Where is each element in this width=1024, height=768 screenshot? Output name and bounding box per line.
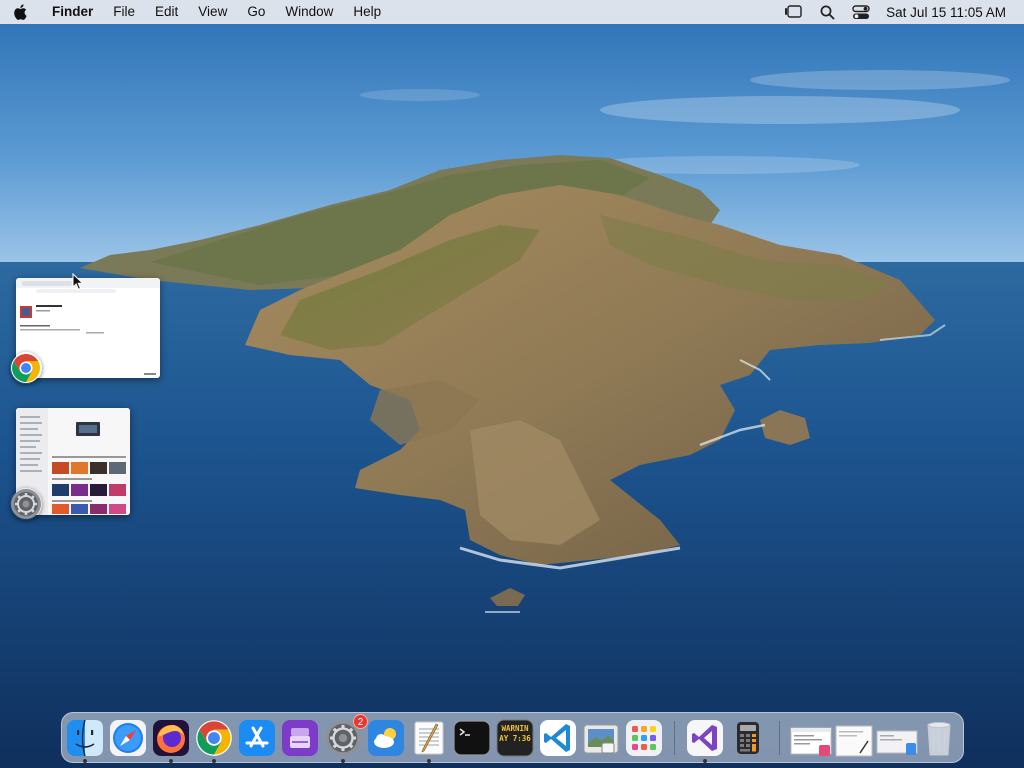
menu-edit[interactable]: Edit bbox=[145, 0, 188, 24]
visual-studio-icon bbox=[687, 720, 723, 756]
control-center-icon[interactable] bbox=[844, 0, 878, 24]
dock-item-recent-document[interactable] bbox=[790, 719, 832, 757]
finder-icon bbox=[67, 719, 103, 757]
trash-icon bbox=[927, 722, 951, 756]
dock-item-recent-document[interactable] bbox=[876, 719, 918, 757]
notification-badge: 2 bbox=[353, 714, 368, 729]
menu-window[interactable]: Window bbox=[275, 0, 343, 24]
dock-item-visual-studio[interactable] bbox=[686, 719, 724, 763]
menu-bar: Finder File Edit View Go Window Help Sat… bbox=[0, 0, 1024, 24]
dock-item-console[interactable]: WARNIN AY 7:36 bbox=[496, 719, 534, 757]
running-indicator bbox=[212, 759, 216, 763]
running-indicator bbox=[83, 759, 87, 763]
menu-help[interactable]: Help bbox=[343, 0, 391, 24]
dock-item-trash[interactable] bbox=[920, 719, 958, 757]
safari-icon bbox=[110, 720, 146, 756]
dock-item-app-store[interactable] bbox=[238, 719, 276, 757]
stage-manager-group-settings[interactable] bbox=[0, 406, 170, 521]
spotlight-icon[interactable] bbox=[810, 0, 844, 24]
dock-separator bbox=[674, 721, 675, 755]
dock-item-finder[interactable] bbox=[66, 719, 104, 763]
configurator-icon bbox=[282, 720, 318, 756]
document-thumb-icon bbox=[790, 727, 832, 756]
calculator-icon bbox=[737, 722, 759, 754]
launchpad-icon bbox=[626, 720, 662, 756]
running-indicator bbox=[427, 759, 431, 763]
chrome-icon bbox=[10, 352, 42, 384]
console-warning-label: WARNIN AY 7:36 bbox=[499, 724, 531, 743]
menu-app-finder[interactable]: Finder bbox=[40, 0, 103, 24]
menu-go[interactable]: Go bbox=[237, 0, 275, 24]
menu-file[interactable]: File bbox=[103, 0, 145, 24]
menu-view[interactable]: View bbox=[188, 0, 237, 24]
dock-item-configurator[interactable] bbox=[281, 719, 319, 757]
mouse-pointer-icon bbox=[72, 273, 84, 290]
dock: 2 WARNIN AY 7:36 bbox=[61, 712, 964, 763]
dock-item-vscode[interactable] bbox=[539, 719, 577, 757]
dock-item-preview[interactable] bbox=[582, 719, 620, 757]
running-indicator bbox=[169, 759, 173, 763]
stage-manager-icon[interactable] bbox=[776, 0, 810, 24]
vscode-icon bbox=[540, 720, 576, 756]
terminal-icon bbox=[453, 720, 491, 756]
app-store-icon bbox=[239, 720, 275, 756]
apple-icon[interactable] bbox=[0, 0, 40, 24]
weather-icon bbox=[368, 720, 404, 756]
document-thumb-icon bbox=[876, 730, 918, 755]
dock-item-launchpad[interactable] bbox=[625, 719, 663, 757]
dock-item-system-settings[interactable]: 2 bbox=[324, 714, 368, 763]
menu-bar-clock[interactable]: Sat Jul 15 11:05 AM bbox=[878, 5, 1016, 20]
dock-item-safari[interactable] bbox=[109, 719, 147, 757]
dock-item-calculator[interactable] bbox=[729, 719, 767, 757]
dock-item-terminal[interactable] bbox=[453, 719, 491, 757]
dock-item-chrome[interactable] bbox=[195, 719, 233, 763]
textedit-icon bbox=[414, 721, 444, 755]
document-thumb-icon bbox=[835, 725, 873, 757]
dock-separator bbox=[779, 721, 780, 755]
settings-icon bbox=[10, 488, 42, 520]
dock-item-firefox[interactable] bbox=[152, 719, 190, 763]
dock-item-recent-document[interactable] bbox=[834, 719, 874, 757]
chrome-icon bbox=[196, 720, 232, 756]
dock-item-weather[interactable] bbox=[367, 719, 405, 757]
running-indicator bbox=[341, 759, 345, 763]
firefox-icon bbox=[153, 720, 189, 756]
stage-manager-group-chrome[interactable] bbox=[0, 276, 170, 386]
preview-icon bbox=[583, 724, 619, 754]
dock-item-textedit[interactable] bbox=[410, 719, 448, 763]
running-indicator bbox=[703, 759, 707, 763]
